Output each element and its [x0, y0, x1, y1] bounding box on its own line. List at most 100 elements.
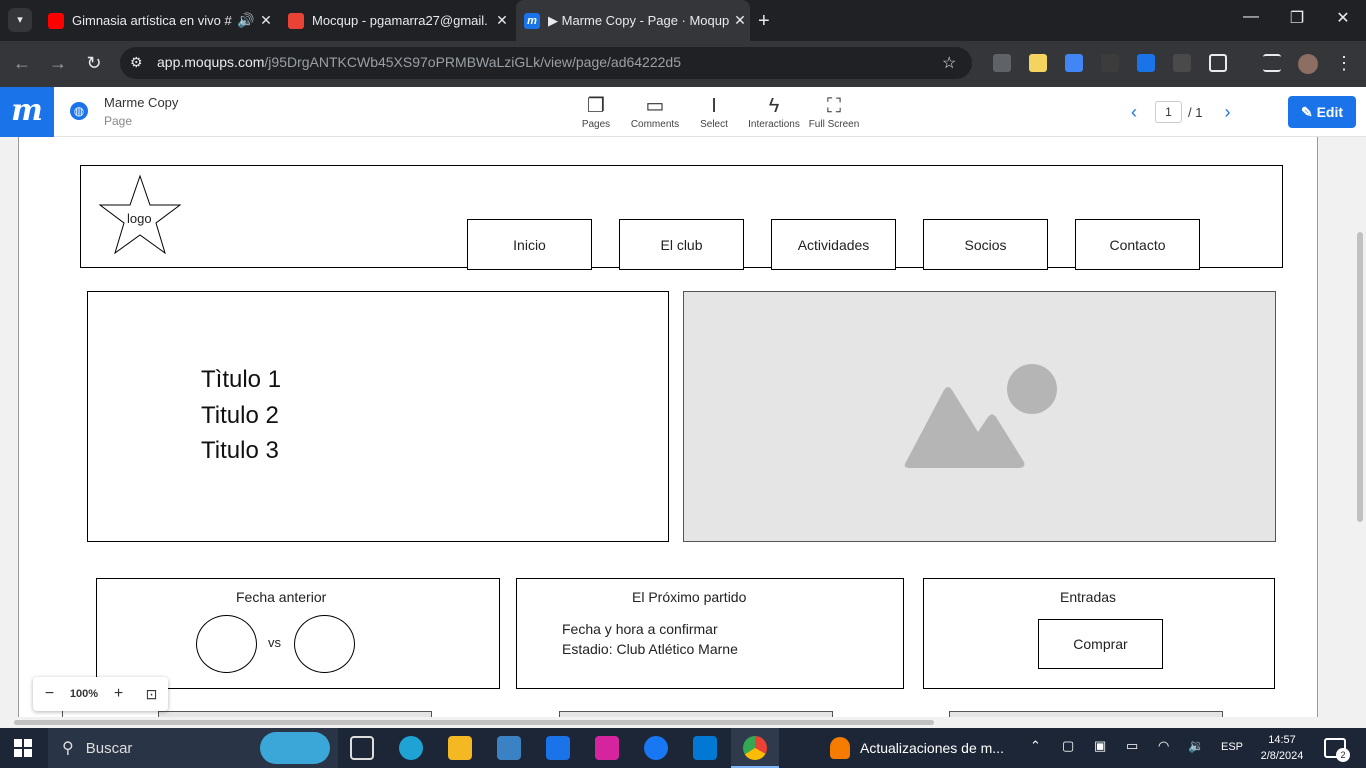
tab-gmail[interactable]: Mocqup - pgamarra27@gmail. ✕ [282, 0, 512, 41]
search-icon: ⚲ [62, 740, 74, 757]
team-b-badge [294, 615, 355, 673]
close-tab-icon[interactable]: ✕ [730, 12, 750, 29]
extensions-puzzle-icon[interactable] [1209, 54, 1227, 72]
extension-icon[interactable] [1029, 54, 1047, 72]
previous-match-panel: Fecha anterior vs [96, 578, 500, 689]
tab-title: ▶ Marme Copy - Page · Moqup [548, 12, 730, 28]
toolbar-select[interactable]: I Select [682, 93, 746, 130]
clock[interactable]: 14:57 2/8/2024 [1252, 732, 1312, 764]
zoom-in-button[interactable]: + [102, 685, 135, 703]
horizontal-scrollbar[interactable] [0, 717, 1366, 728]
battery-icon[interactable]: ▭ [1126, 738, 1138, 754]
nav-inicio-button[interactable]: Inicio [467, 219, 592, 270]
translate-extension-icon[interactable] [1065, 54, 1083, 72]
chrome-menu-icon[interactable]: ⋮ [1332, 53, 1356, 74]
toolbar-pages[interactable]: ❐ Pages [564, 93, 628, 130]
zoom-out-button[interactable]: − [33, 685, 66, 703]
fit-to-screen-icon[interactable]: ⊡ [135, 686, 168, 703]
vertical-scrollbar[interactable] [1354, 137, 1366, 717]
nav-club-button[interactable]: El club [619, 219, 744, 270]
close-tab-icon[interactable]: ✕ [256, 12, 276, 29]
tab-moqups[interactable]: m ▶ Marme Copy - Page · Moqup ✕ [516, 0, 750, 41]
wifi-icon[interactable]: ◠ [1158, 738, 1169, 754]
extension-icon[interactable] [1137, 54, 1155, 72]
file-explorer-icon[interactable] [448, 736, 472, 760]
select-icon: I [711, 95, 717, 117]
site-info-icon[interactable]: ⚙ [130, 54, 143, 71]
task-view-icon[interactable] [350, 736, 374, 760]
page-number-input[interactable]: 1 [1155, 101, 1182, 123]
extension-icon[interactable] [1173, 54, 1191, 72]
toolbar-comments[interactable]: ▭ Comments [623, 93, 687, 130]
bookmark-star-icon[interactable]: ☆ [942, 53, 956, 73]
edit-button[interactable]: ✎ Edit [1288, 96, 1356, 128]
screen-icon[interactable]: ▣ [1094, 738, 1106, 754]
title-1: Tìtulo 1 [201, 366, 282, 393]
zoom-level[interactable]: 100% [66, 688, 102, 700]
search-highlight-icon [260, 732, 330, 764]
edge-icon[interactable] [399, 736, 423, 760]
windows-start-icon[interactable] [14, 739, 32, 757]
moqups-logo[interactable]: m [0, 87, 54, 137]
canvas[interactable]: logo Inicio El club Actividades Socios C… [0, 137, 1366, 717]
tab-search-button[interactable]: ▾ [8, 8, 32, 32]
prev-page-icon[interactable]: ‹ [1131, 102, 1137, 123]
back-icon[interactable]: ← [10, 53, 34, 74]
meet-icon[interactable]: ▢ [1062, 738, 1074, 754]
forward-icon[interactable]: → [46, 53, 70, 74]
scrollbar-thumb[interactable] [14, 720, 934, 725]
next-match-panel: El Próximo partido Fecha y hora a confir… [516, 578, 904, 689]
close-tab-icon[interactable]: ✕ [492, 12, 512, 29]
scrollbar-thumb[interactable] [1357, 232, 1363, 522]
tickets-panel: Entradas Comprar [923, 578, 1275, 689]
address-bar[interactable]: ⚙ app.moqups.com/j95DrgANTKCWb45XS97oPRM… [120, 47, 972, 79]
buy-tickets-button[interactable]: Comprar [1038, 619, 1163, 669]
nav-contacto-button[interactable]: Contacto [1075, 219, 1200, 270]
edit-label: Edit [1316, 104, 1344, 120]
globe-icon[interactable]: ◍ [70, 102, 88, 120]
extension-icon[interactable] [993, 54, 1011, 72]
next-match-stadium: Estadio: Club Atlético Marne [562, 641, 738, 657]
moqups-icon: m [524, 12, 540, 29]
toolbar-fullscreen[interactable]: ⛶ Full Screen [802, 93, 866, 130]
extension-icon[interactable] [1101, 54, 1119, 72]
minimize-icon[interactable]: — [1236, 8, 1266, 26]
tray-chevron-icon[interactable]: ⌃ [1030, 738, 1041, 754]
taskbar-search[interactable]: ⚲ Buscar [48, 728, 338, 768]
toolbar-label: Pages [581, 119, 611, 130]
toolbar-interactions[interactable]: ϟ Interactions [742, 93, 806, 130]
page-navigator: ‹ 1 / 1 › [1131, 99, 1230, 125]
fullscreen-icon: ⛶ [827, 95, 841, 117]
restore-icon[interactable]: ❐ [1282, 8, 1312, 28]
previous-match-title: Fecha anterior [236, 589, 327, 605]
vscode-icon[interactable] [693, 736, 717, 760]
gmail-icon [288, 12, 304, 29]
doc-title: Marme Copy [104, 95, 179, 110]
title-3: Titulo 3 [201, 437, 279, 464]
page-total: / 1 [1188, 104, 1203, 120]
language-indicator[interactable]: ESP [1221, 741, 1243, 753]
nav-actividades-button[interactable]: Actividades [771, 219, 896, 270]
media-control-icon[interactable] [1263, 54, 1281, 72]
close-window-icon[interactable]: ✕ [1328, 8, 1358, 28]
chrome-taskbar-button[interactable] [731, 728, 779, 768]
toolbar-label: Full Screen [808, 119, 860, 130]
instagram-icon[interactable] [595, 736, 619, 760]
tab-youtube[interactable]: Gimnasia artística en vivo # 🔊 ✕ [42, 0, 276, 41]
profile-avatar[interactable] [1298, 54, 1318, 74]
title-2: Titulo 2 [201, 402, 279, 429]
interactions-icon: ϟ [768, 95, 780, 117]
reload-icon[interactable]: ↻ [82, 53, 106, 74]
mail-icon[interactable] [546, 736, 570, 760]
system-tray: Actualizaciones de m... [830, 728, 1004, 768]
notification-text[interactable]: Actualizaciones de m... [860, 740, 1004, 756]
next-page-icon[interactable]: › [1224, 102, 1230, 123]
pencil-icon: ✎ [1300, 104, 1317, 120]
windows-taskbar: ⚲ Buscar Actualizaciones de m... ⌃ ▢ ▣ ▭… [0, 728, 1366, 768]
facebook-icon[interactable] [644, 736, 668, 760]
nav-socios-button[interactable]: Socios [923, 219, 1048, 270]
toolbar-label: Interactions [748, 119, 800, 130]
store-icon[interactable] [497, 736, 521, 760]
new-tab-icon[interactable]: + [758, 10, 770, 33]
volume-icon[interactable]: 🔉 [1188, 738, 1204, 754]
